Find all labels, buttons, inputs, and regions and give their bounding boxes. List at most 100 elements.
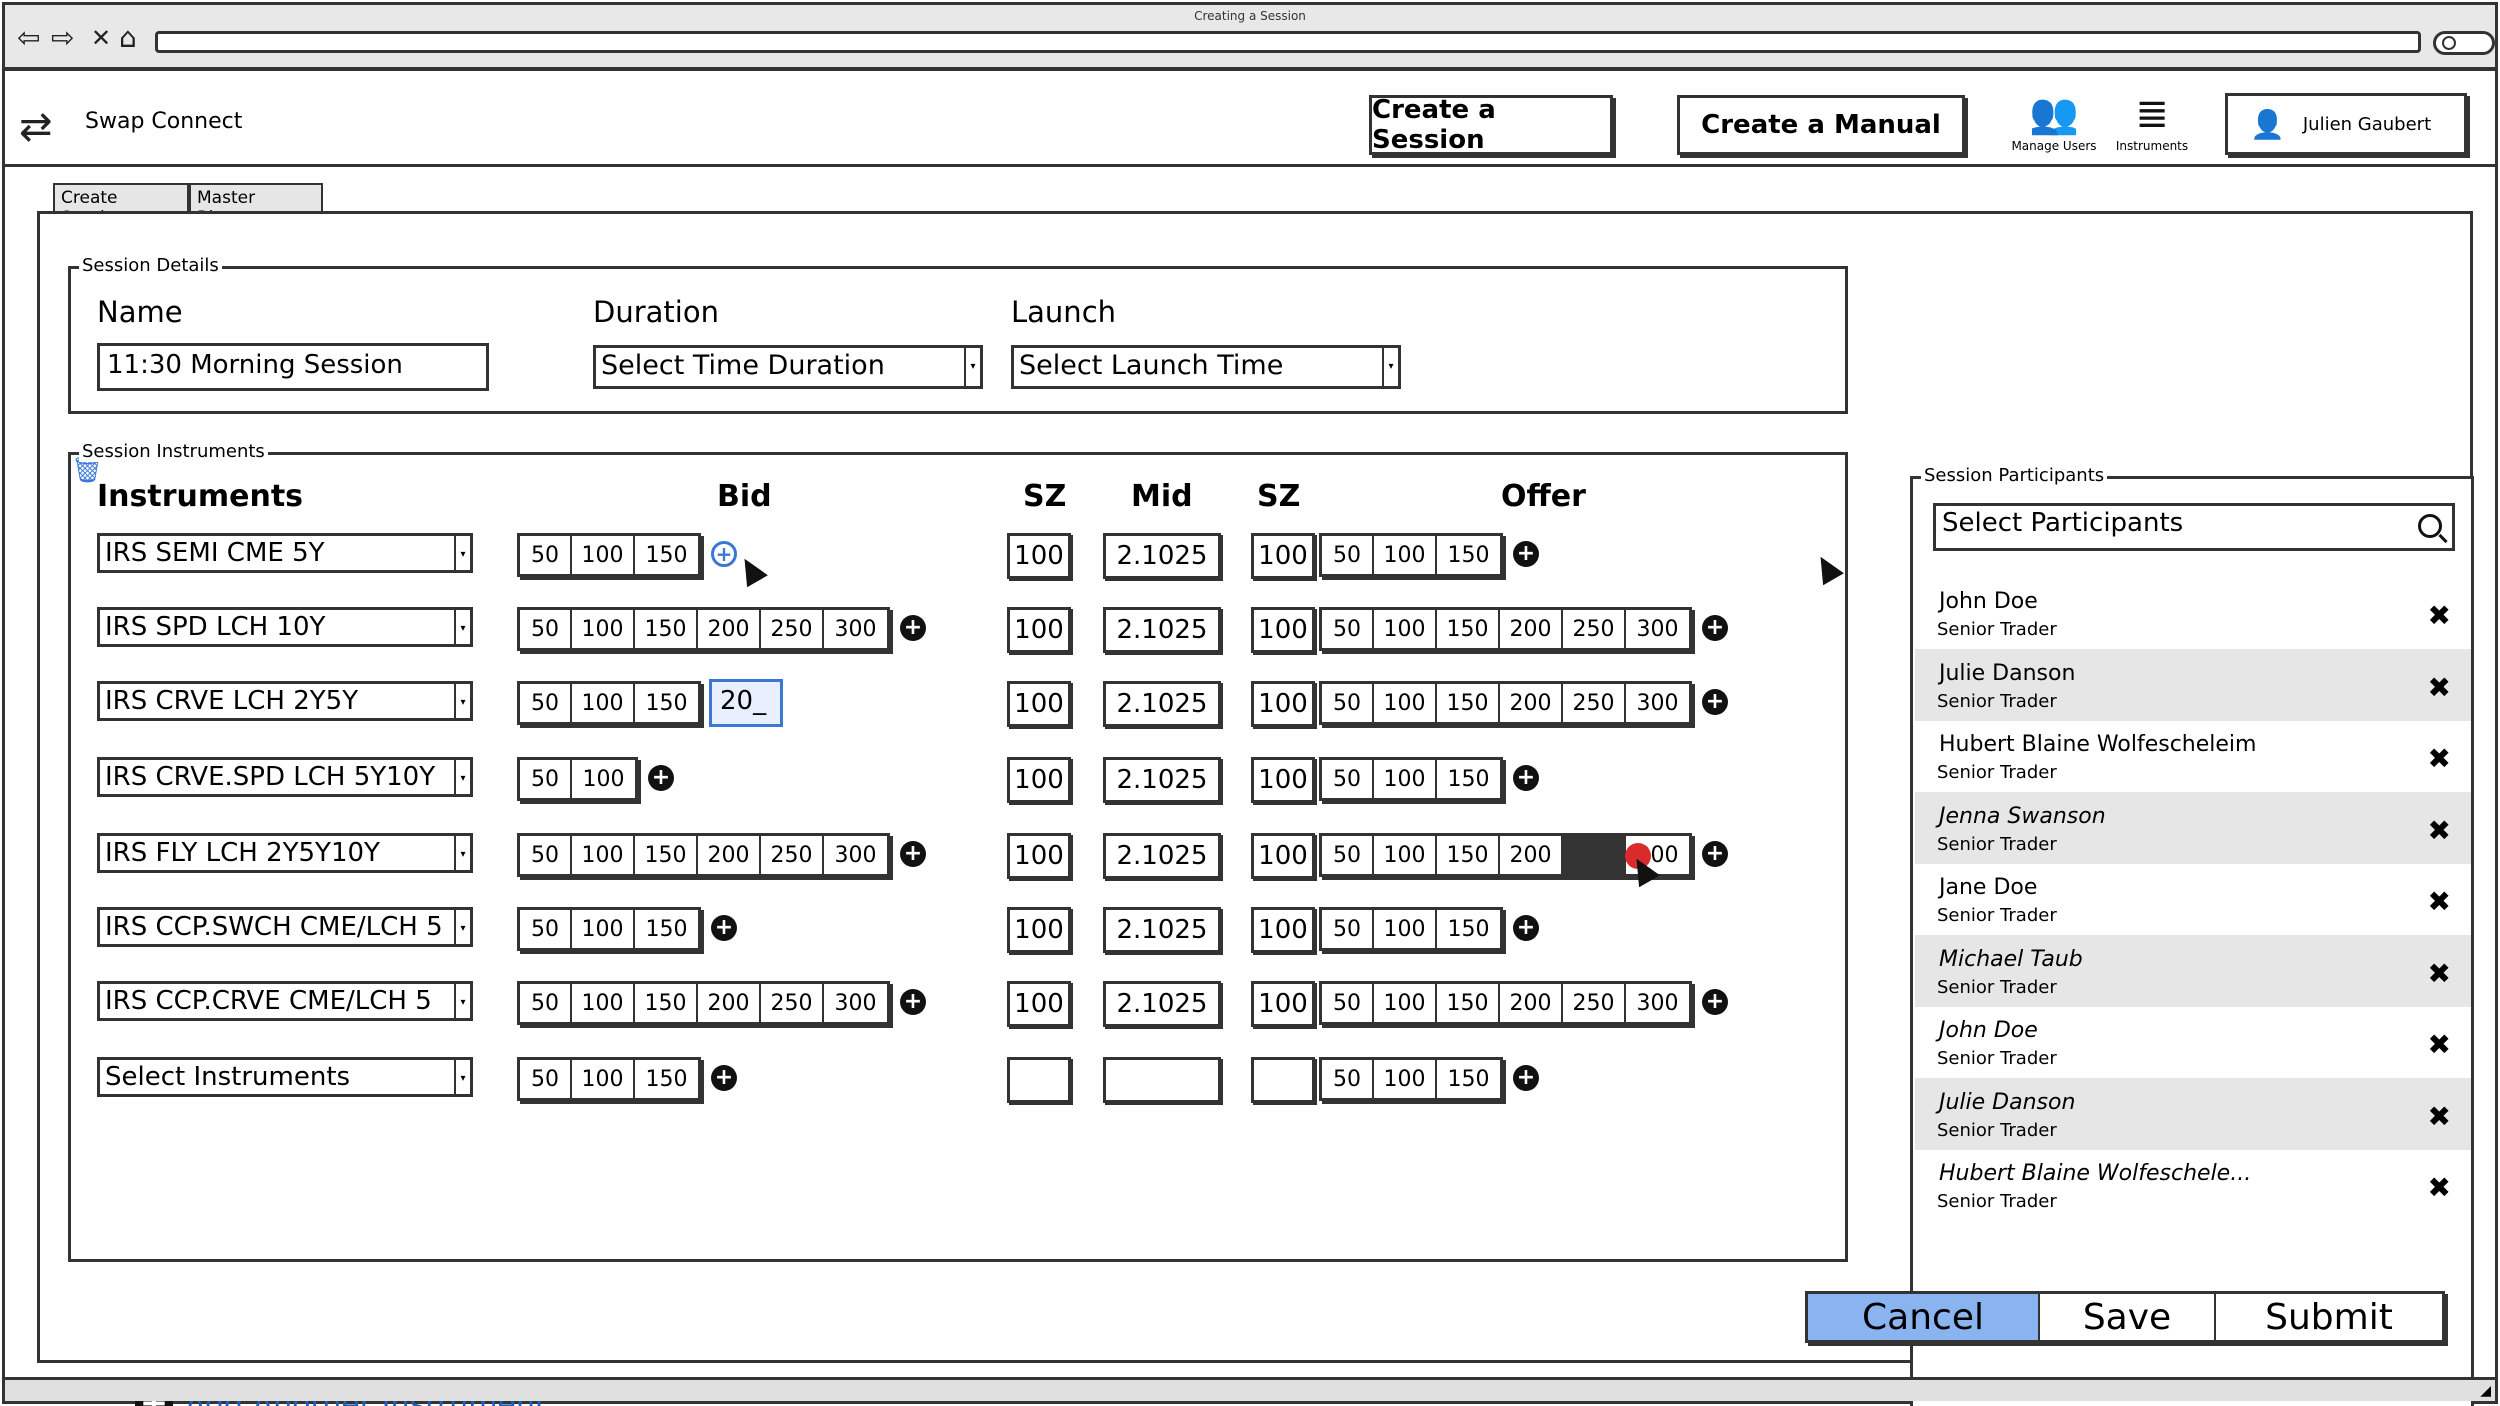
manage-users-button[interactable]: 👥 Manage Users — [2009, 91, 2099, 153]
add-bid-size-icon[interactable]: + — [711, 1065, 737, 1091]
mid-value[interactable]: 2.1025 — [1103, 533, 1221, 579]
offer-size-button[interactable]: 150 — [1437, 610, 1500, 648]
offer-size-button[interactable]: 250 — [1563, 610, 1626, 648]
offer-size-button[interactable]: 250 — [1563, 836, 1626, 874]
bid-size-button[interactable]: 50 — [520, 984, 572, 1022]
save-button[interactable]: Save — [2040, 1294, 2216, 1340]
add-bid-size-icon[interactable]: + — [711, 541, 737, 567]
submit-button[interactable]: Submit — [2216, 1294, 2442, 1340]
bid-size-button[interactable]: 200 — [698, 984, 761, 1022]
offer-size-button[interactable]: 250 — [1563, 684, 1626, 722]
bid-size-button[interactable]: 50 — [520, 910, 572, 948]
instruments-button[interactable]: ≣ Instruments — [2107, 91, 2197, 153]
offer-size-button[interactable]: 150 — [1437, 760, 1500, 798]
bid-size-button[interactable]: 100 — [572, 910, 635, 948]
offer-sz-value[interactable]: 100 — [1251, 907, 1315, 953]
bid-sz-value[interactable]: 100 — [1007, 833, 1071, 879]
offer-size-button[interactable]: 150 — [1437, 836, 1500, 874]
bid-sz-value[interactable]: 100 — [1007, 607, 1071, 653]
bid-sz-value[interactable]: 100 — [1007, 757, 1071, 803]
offer-size-button[interactable]: 50 — [1322, 836, 1374, 874]
mid-value[interactable]: 2.1025 — [1103, 833, 1221, 879]
offer-size-button[interactable]: 50 — [1322, 1060, 1374, 1098]
bid-size-button[interactable]: 100 — [572, 836, 635, 874]
mid-value[interactable]: 2.1025 — [1103, 907, 1221, 953]
bid-size-button[interactable]: 50 — [520, 760, 572, 798]
cancel-button[interactable]: Cancel — [1808, 1294, 2040, 1340]
bid-size-button[interactable]: 50 — [520, 536, 572, 574]
browser-search-field[interactable] — [2433, 31, 2495, 55]
bid-sz-value[interactable]: 100 — [1007, 981, 1071, 1027]
instrument-select[interactable]: IRS SEMI CME 5Y ▾ — [97, 533, 473, 573]
offer-size-button[interactable]: 300 — [1626, 984, 1689, 1022]
bid-size-button[interactable]: 200 — [698, 610, 761, 648]
offer-sz-value[interactable]: 100 — [1251, 607, 1315, 653]
offer-sz-value[interactable]: 100 — [1251, 681, 1315, 727]
mid-value[interactable]: 2.1025 — [1103, 757, 1221, 803]
add-bid-size-icon[interactable]: + — [900, 841, 926, 867]
offer-size-button[interactable]: 100 — [1374, 1060, 1437, 1098]
add-bid-size-icon[interactable]: + — [900, 989, 926, 1015]
duration-select[interactable]: Select Time Duration ▾ — [593, 345, 983, 389]
bid-size-button[interactable]: 100 — [572, 1060, 635, 1098]
offer-size-button[interactable]: 50 — [1322, 684, 1374, 722]
remove-participant-icon[interactable]: ✖ — [2428, 671, 2451, 704]
offer-size-button[interactable]: 100 — [1374, 684, 1437, 722]
offer-size-button[interactable]: 100 — [1374, 536, 1437, 574]
tab-create-session[interactable]: Create Session — [53, 183, 189, 228]
offer-size-button[interactable]: 100 — [1374, 910, 1437, 948]
offer-sz-value[interactable] — [1251, 1057, 1315, 1103]
bid-sz-value[interactable]: 100 — [1007, 681, 1071, 727]
offer-size-button[interactable]: 300 — [1626, 610, 1689, 648]
bid-sz-value[interactable]: 100 — [1007, 533, 1071, 579]
bid-size-button[interactable]: 100 — [572, 984, 635, 1022]
add-offer-size-icon[interactable]: + — [1513, 765, 1539, 791]
offer-size-button[interactable]: 100 — [1374, 760, 1437, 798]
launch-select[interactable]: Select Launch Time ▾ — [1011, 345, 1401, 389]
offer-sz-value[interactable]: 100 — [1251, 757, 1315, 803]
mid-value[interactable]: 2.1025 — [1103, 981, 1221, 1027]
bid-size-button[interactable]: 150 — [635, 1060, 698, 1098]
tab-master-blotter[interactable]: Master Blotter — [189, 183, 323, 228]
offer-size-button[interactable]: 50 — [1322, 536, 1374, 574]
user-menu-button[interactable]: 👤 Julien Gaubert — [2225, 93, 2467, 155]
bid-size-edit-input[interactable]: 20_ — [709, 679, 783, 727]
create-session-button[interactable]: Create a Session — [1369, 95, 1613, 155]
offer-size-button[interactable]: 150 — [1437, 910, 1500, 948]
add-offer-size-icon[interactable]: + — [1513, 541, 1539, 567]
offer-size-button[interactable]: 100 — [1374, 836, 1437, 874]
bid-size-button[interactable]: 200 — [698, 836, 761, 874]
bid-size-button[interactable]: 150 — [635, 536, 698, 574]
resize-grip-icon[interactable]: ◢ — [2480, 1383, 2491, 1399]
session-name-input[interactable]: 11:30 Morning Session — [97, 343, 489, 391]
add-bid-size-icon[interactable]: + — [648, 765, 674, 791]
remove-participant-icon[interactable]: ✖ — [2428, 1171, 2451, 1204]
bid-size-button[interactable]: 50 — [520, 1060, 572, 1098]
add-offer-size-icon[interactable]: + — [1702, 689, 1728, 715]
remove-participant-icon[interactable]: ✖ — [2428, 814, 2451, 847]
offer-size-button[interactable]: 150 — [1437, 536, 1500, 574]
bid-size-button[interactable]: 50 — [520, 610, 572, 648]
bid-size-button[interactable]: 150 — [635, 910, 698, 948]
remove-participant-icon[interactable]: ✖ — [2428, 957, 2451, 990]
remove-participant-icon[interactable]: ✖ — [2428, 885, 2451, 918]
instrument-select[interactable]: IRS SPD LCH 10Y ▾ — [97, 607, 473, 647]
add-offer-size-icon[interactable]: + — [1513, 1065, 1539, 1091]
offer-size-button[interactable]: 300 — [1626, 684, 1689, 722]
offer-size-button[interactable]: 100 — [1374, 984, 1437, 1022]
bid-size-button[interactable]: 150 — [635, 610, 698, 648]
offer-size-button[interactable]: 200 — [1500, 610, 1563, 648]
bid-size-button[interactable]: 150 — [635, 836, 698, 874]
instrument-select[interactable]: IRS CRVE.SPD LCH 5Y10Y ▾ — [97, 757, 473, 797]
offer-sz-value[interactable]: 100 — [1251, 533, 1315, 579]
offer-size-button[interactable]: 150 — [1437, 684, 1500, 722]
bid-size-button[interactable]: 250 — [761, 836, 824, 874]
offer-size-button[interactable]: 150 — [1437, 1060, 1500, 1098]
bid-sz-value[interactable]: 100 — [1007, 907, 1071, 953]
offer-size-button[interactable]: 150 — [1437, 984, 1500, 1022]
bid-size-button[interactable]: 150 — [635, 684, 698, 722]
bid-size-button[interactable]: 150 — [635, 984, 698, 1022]
instrument-select[interactable]: IRS CRVE LCH 2Y5Y ▾ — [97, 681, 473, 721]
add-offer-size-icon[interactable]: + — [1513, 915, 1539, 941]
bid-size-button[interactable]: 100 — [572, 610, 635, 648]
